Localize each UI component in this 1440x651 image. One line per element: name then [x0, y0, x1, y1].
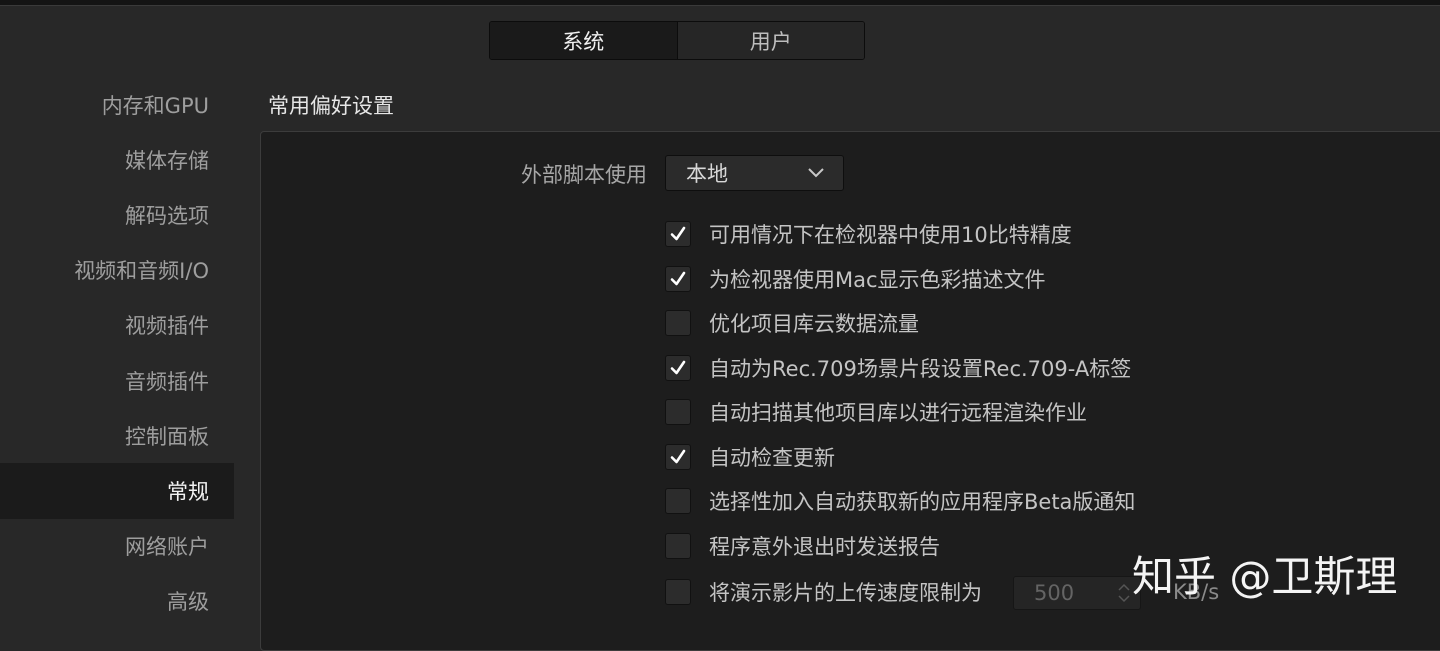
option-checkbox[interactable] — [665, 221, 691, 247]
external-script-dropdown[interactable]: 本地 — [665, 155, 844, 191]
option-row: 可用情况下在检视器中使用10比特精度 — [665, 219, 1072, 249]
option-label: 自动为Rec.709场景片段设置Rec.709-A标签 — [709, 357, 1132, 381]
option-label: 为检视器使用Mac显示色彩描述文件 — [709, 268, 1046, 292]
option-label: 自动扫描其他项目库以进行远程渲染作业 — [709, 401, 1087, 425]
option-row: 程序意外退出时发送报告 — [665, 531, 940, 561]
option-label: 优化项目库云数据流量 — [709, 312, 919, 336]
sidebar-item-video-plugins[interactable]: 视频插件 — [0, 298, 234, 353]
option-checkbox[interactable] — [665, 444, 691, 470]
section-title: 常用偏好设置 — [268, 94, 394, 118]
option-checkbox[interactable] — [665, 355, 691, 381]
option-label: 将演示影片的上传速度限制为 — [709, 581, 982, 605]
option-checkbox[interactable] — [665, 399, 691, 425]
tab-system[interactable]: 系统 — [490, 22, 677, 59]
option-checkbox[interactable] — [665, 266, 691, 292]
top-border — [0, 0, 1440, 6]
option-label: 可用情况下在检视器中使用10比特精度 — [709, 223, 1072, 247]
sidebar-item-advanced[interactable]: 高级 — [0, 574, 234, 629]
external-script-label: 外部脚本使用 — [521, 163, 647, 187]
sidebar-item-control-panels[interactable]: 控制面板 — [0, 408, 234, 463]
option-label: 选择性加入自动获取新的应用程序Beta版通知 — [709, 490, 1136, 514]
option-checkbox[interactable] — [665, 310, 691, 336]
option-row: 将演示影片的上传速度限制为 — [665, 577, 982, 607]
checkmark-icon — [670, 360, 686, 375]
option-checkbox[interactable] — [665, 488, 691, 514]
external-script-value: 本地 — [686, 162, 728, 186]
option-row: 自动检查更新 — [665, 442, 835, 472]
sidebar-item-video-audio-io[interactable]: 视频和音频I/O — [0, 243, 234, 298]
option-label: 程序意外退出时发送报告 — [709, 535, 940, 559]
option-checkbox[interactable] — [665, 533, 691, 559]
option-label: 自动检查更新 — [709, 446, 835, 470]
chevron-down-icon — [808, 168, 824, 178]
checkmark-icon — [670, 271, 686, 286]
watermark: 知乎 @卫斯理 — [1132, 552, 1398, 601]
sidebar-item-general[interactable]: 常规 — [0, 463, 234, 519]
checkmark-icon — [670, 226, 686, 241]
option-row: 优化项目库云数据流量 — [665, 308, 919, 338]
checkmark-icon — [670, 449, 686, 464]
sidebar-item-audio-plugins[interactable]: 音频插件 — [0, 353, 234, 408]
upload-speed-input[interactable]: 500 — [1013, 576, 1141, 610]
option-row: 选择性加入自动获取新的应用程序Beta版通知 — [665, 486, 1135, 516]
option-row: 自动扫描其他项目库以进行远程渲染作业 — [665, 397, 1087, 427]
option-checkbox[interactable] — [665, 579, 691, 605]
option-row: 为检视器使用Mac显示色彩描述文件 — [665, 264, 1046, 294]
sidebar-item-decode-options[interactable]: 解码选项 — [0, 187, 234, 242]
upload-speed-value: 500 — [1034, 581, 1075, 605]
option-row: 自动为Rec.709场景片段设置Rec.709-A标签 — [665, 353, 1131, 383]
sidebar-item-internet-accounts[interactable]: 网络账户 — [0, 519, 234, 574]
sidebar-item-media-storage[interactable]: 媒体存储 — [0, 132, 234, 187]
stepper-icon[interactable] — [1114, 578, 1134, 608]
settings-tabs: 系统 用户 — [489, 21, 865, 60]
sidebar: 内存和GPU 媒体存储 解码选项 视频和音频I/O 视频插件 音频插件 控制面板… — [0, 77, 234, 629]
sidebar-item-memory-gpu[interactable]: 内存和GPU — [0, 77, 234, 132]
tab-user[interactable]: 用户 — [676, 22, 864, 59]
